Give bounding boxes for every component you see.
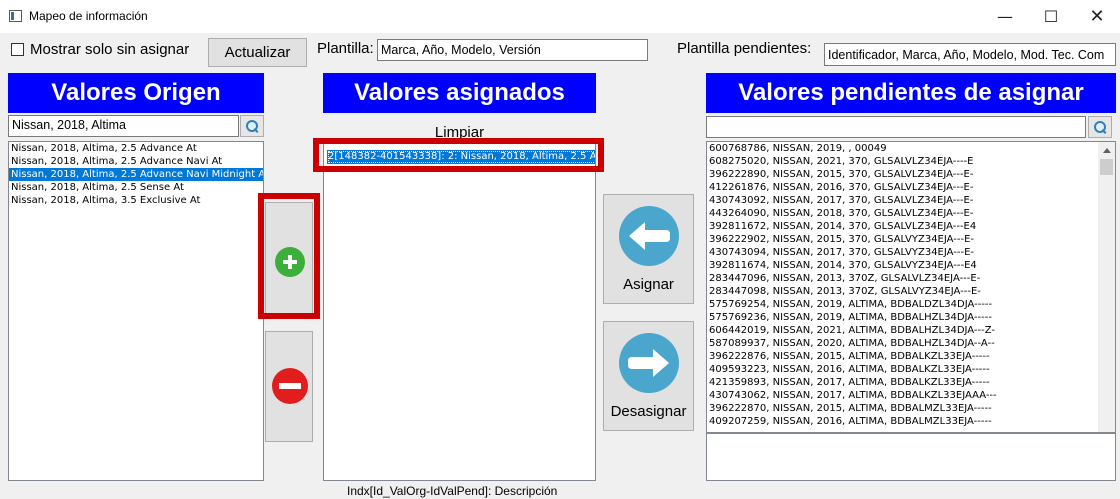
assign-button[interactable]: Asignar [603,194,694,304]
pending-detail-box[interactable] [706,433,1116,481]
assign-label: Asignar [623,276,674,293]
pending-list-item[interactable]: 396222902, NISSAN, 2015, 370, GLSALVYZ34… [707,233,1095,246]
pending-list-item[interactable]: 443264090, NISSAN, 2018, 370, GLSALVLZ34… [707,207,1095,220]
pending-list-item[interactable]: 421359893, NISSAN, 2017, ALTIMA, BDBALKZ… [707,376,1095,389]
pending-list-item[interactable]: 392811674, NISSAN, 2014, 370, GLSALVYZ34… [707,259,1095,272]
window-title: Mapeo de información [29,9,148,23]
scroll-thumb[interactable] [1100,159,1113,175]
arrow-left-circle-icon [619,206,679,266]
origin-list[interactable]: Nissan, 2018, Altima, 2.5 Advance At Niss… [8,141,264,481]
unassign-label: Desasignar [610,403,687,420]
maximize-button[interactable]: ☐ [1028,0,1074,33]
close-button[interactable]: ✕ [1074,0,1120,33]
checkbox-label: Mostrar solo sin asignar [30,41,190,58]
pending-list-item[interactable]: 575769254, NISSAN, 2019, ALTIMA, BDBALDZ… [707,298,1095,311]
pending-scrollbar[interactable] [1098,142,1115,432]
origin-list-item[interactable]: Nissan, 2018, Altima, 2.5 Advance Navi M… [9,168,263,181]
pending-list-item[interactable]: 412261876, NISSAN, 2016, 370, GLSALVLZ34… [707,181,1095,194]
search-icon [1093,120,1107,134]
pending-list-item[interactable]: 587089937, NISSAN, 2020, ALTIMA, BDBALHZ… [707,337,1095,350]
add-button[interactable] [265,202,313,314]
minimize-button[interactable]: — [982,0,1028,33]
pending-header: Valores pendientes de asignar [706,73,1116,113]
pending-list-item[interactable]: 392811672, NISSAN, 2014, 370, GLSALVLZ34… [707,220,1095,233]
pending-template-label: Plantilla pendientes: [677,40,812,57]
pending-list-item[interactable]: 396222870, NISSAN, 2015, ALTIMA, BDBALMZ… [707,402,1095,415]
pending-list-item[interactable]: 409207259, NISSAN, 2016, ALTIMA, BDBALMZ… [707,415,1095,428]
pending-list-item[interactable]: 283447096, NISSAN, 2013, 370Z, GLSALVLZ3… [707,272,1095,285]
origin-search-input[interactable]: Nissan, 2018, Altima [8,115,239,137]
minus-circle-icon [272,368,308,404]
template-label: Plantilla: [317,40,374,57]
pending-list-item[interactable]: 575769236, NISSAN, 2019, ALTIMA, BDBALHZ… [707,311,1095,324]
update-button[interactable]: Actualizar [208,38,307,67]
origin-search-button[interactable] [240,115,264,137]
pending-list-item[interactable]: 396222876, NISSAN, 2015, ALTIMA, BDBALKZ… [707,350,1095,363]
origin-list-item[interactable]: Nissan, 2018, Altima, 2.5 Sense At [9,181,263,194]
title-bar: Mapeo de información — ☐ ✕ [0,0,1120,33]
pending-list[interactable]: 600768786, NISSAN, 2019, , 00049 60827502… [706,141,1116,433]
unassign-button[interactable]: Desasignar [603,321,694,431]
checkbox-box[interactable] [11,43,24,56]
scroll-up-arrow-icon[interactable] [1098,142,1115,159]
pending-list-item[interactable]: 600768786, NISSAN, 2019, , 00049 [707,142,1095,155]
origin-list-item[interactable]: Nissan, 2018, Altima, 2.5 Advance At [9,142,263,155]
assigned-header: Valores asignados [323,73,596,113]
plus-circle-icon [275,247,305,277]
format-note: Indx[Id_ValOrg-IdValPend]: Descripción [347,484,558,498]
clear-button[interactable]: Limpiar [323,113,596,141]
pending-list-item[interactable]: 606442019, NISSAN, 2021, ALTIMA, BDBALHZ… [707,324,1095,337]
pending-list-item[interactable]: 430743092, NISSAN, 2017, 370, GLSALVLZ34… [707,194,1095,207]
pending-list-item[interactable]: 283447098, NISSAN, 2013, 370Z, GLSALVYZ3… [707,285,1095,298]
show-unassigned-checkbox[interactable]: Mostrar solo sin asignar [11,41,189,58]
assigned-list[interactable]: 2[148382-401543338]: 2: Nissan, 2018, Al… [323,141,596,481]
arrow-right-circle-icon [619,333,679,393]
pending-list-item[interactable]: 430743094, NISSAN, 2017, 370, GLSALVYZ34… [707,246,1095,259]
pending-list-item[interactable]: 608275020, NISSAN, 2021, 370, GLSALVLZ34… [707,155,1095,168]
origin-list-item[interactable]: Nissan, 2018, Altima, 2.5 Advance Navi A… [9,155,263,168]
search-icon [245,119,259,133]
app-window-icon [9,10,22,22]
assigned-list-item[interactable]: 2[148382-401543338]: 2: Nissan, 2018, Al… [327,150,595,164]
template-input[interactable]: Marca, Año, Modelo, Versión [377,39,648,61]
remove-button[interactable] [265,331,313,442]
pending-list-item[interactable]: 396222890, NISSAN, 2015, 370, GLSALVLZ34… [707,168,1095,181]
pending-list-item[interactable]: 409593223, NISSAN, 2016, ALTIMA, BDBALKZ… [707,363,1095,376]
pending-list-item[interactable]: 430743062, NISSAN, 2017, ALTIMA, BDBALKZ… [707,389,1095,402]
origin-list-item[interactable]: Nissan, 2018, Altima, 3.5 Exclusive At [9,194,263,207]
pending-search-button[interactable] [1088,116,1112,138]
pending-template-input[interactable]: Identificador, Marca, Año, Modelo, Mod. … [824,43,1116,66]
origin-header: Valores Origen [8,73,264,113]
pending-search-input[interactable] [706,116,1086,138]
